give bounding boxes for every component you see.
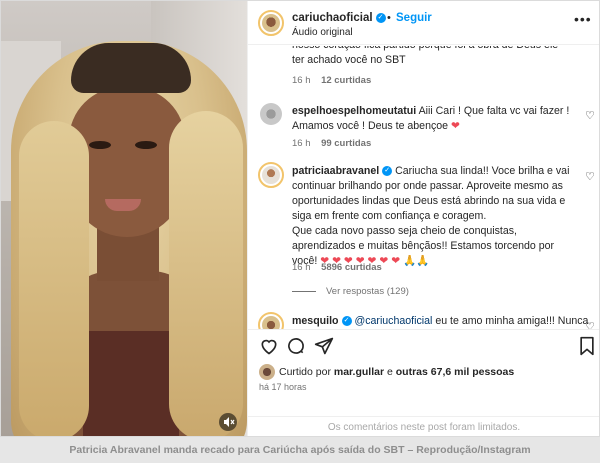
verified-badge-icon: ✓ (341, 316, 352, 327)
hair-front-left (19, 121, 89, 436)
volume-icon[interactable] (219, 413, 237, 431)
author-username[interactable]: cariuchaoficial ✓ (292, 12, 386, 24)
comment-like-icon[interactable]: ♡ (585, 109, 595, 122)
other-likers[interactable]: outras 67,6 mil pessoas (396, 366, 514, 378)
comment-like-icon[interactable]: ♡ (585, 170, 595, 183)
comment-meta: 16 h 99 curtidas (292, 138, 371, 149)
post-side-panel: cariuchaoficial ✓ • Seguir Áudio original… (247, 1, 599, 436)
comments-list[interactable]: nosso coração fica partido porque foi a … (248, 46, 599, 329)
comments-limited-notice: Os comentários neste post foram limitado… (248, 416, 599, 436)
hearts-emoji-2: ❤ ❤ (379, 255, 401, 267)
person-top (83, 331, 179, 436)
verified-badge-icon: ✓ (382, 166, 393, 177)
commenter-avatar[interactable] (258, 162, 284, 188)
post-video[interactable] (1, 1, 247, 436)
verified-badge-icon: ✓ (375, 12, 386, 23)
view-replies-button[interactable]: Ver respostas (129) (292, 286, 409, 297)
post-time[interactable]: há 17 horas (259, 382, 307, 392)
bookmark-icon[interactable] (578, 336, 596, 356)
comment-likes[interactable]: 12 curtidas (321, 75, 371, 86)
hair-front-right (169, 111, 243, 436)
comment-like-icon[interactable]: ♡ (585, 320, 595, 329)
separator-dot: • (387, 12, 391, 24)
follow-button[interactable]: Seguir (396, 12, 432, 24)
commenter-avatar[interactable] (258, 101, 284, 127)
comment-likes[interactable]: 5896 curtidas (321, 262, 382, 273)
comment: mesquilo ✓ @cariuchaoficial eu te amo min… (292, 314, 588, 329)
instagram-post-embed: cariuchaoficial ✓ • Seguir Áudio original… (0, 0, 600, 437)
more-options-icon[interactable]: ••• (574, 11, 592, 27)
comment: patriciaabravanel ✓ Cariucha sua linda!! … (292, 164, 577, 269)
liked-by-text[interactable]: Curtido por mar.gullar e outras 67,6 mil… (279, 366, 514, 378)
comment-time: 16 h (292, 138, 311, 149)
commenter-username[interactable]: espelhoespelhomeutatui (292, 105, 416, 117)
comment: espelhoespelhomeutatui Aiii Cari ! Que f… (292, 104, 572, 134)
hair-roots (71, 43, 191, 93)
comment-likes[interactable]: 99 curtidas (321, 138, 371, 149)
comment-time: 16 h (292, 75, 311, 86)
share-icon[interactable] (314, 336, 334, 356)
comment-meta: 16 h 12 curtidas (292, 75, 371, 86)
post-actions: Curtido por mar.gullar e outras 67,6 mil… (248, 329, 599, 436)
comment-text: eu te amo minha amiga!!! Nunca (435, 315, 589, 327)
author-avatar[interactable] (258, 10, 284, 36)
image-caption: Patricia Abravanel manda recado para Car… (0, 437, 600, 463)
comment-icon[interactable] (286, 336, 306, 356)
left-eye (89, 141, 111, 149)
post-header: cariuchaoficial ✓ • Seguir Áudio original… (248, 1, 599, 45)
commenter-username[interactable]: patriciaabravanel ✓ (292, 165, 393, 177)
praying-hands-emoji: 🙏🙏 (403, 255, 430, 267)
right-eye (135, 141, 157, 149)
liker-avatar[interactable] (259, 364, 275, 380)
audio-label[interactable]: Áudio original (292, 27, 353, 38)
heart-emoji: ❤ (451, 120, 460, 132)
liker-username[interactable]: mar.gullar (334, 366, 384, 378)
comment-meta: 16 h 5896 curtidas (292, 262, 382, 273)
like-icon[interactable] (259, 336, 279, 356)
comment-text: nosso coração fica partido porque foi a … (292, 46, 558, 66)
mention-link[interactable]: @cariuchaoficial (354, 315, 432, 327)
commenter-username[interactable]: mesquilo ✓ (292, 315, 352, 327)
commenter-avatar[interactable] (258, 312, 284, 329)
comment-time: 16 h (292, 262, 311, 273)
